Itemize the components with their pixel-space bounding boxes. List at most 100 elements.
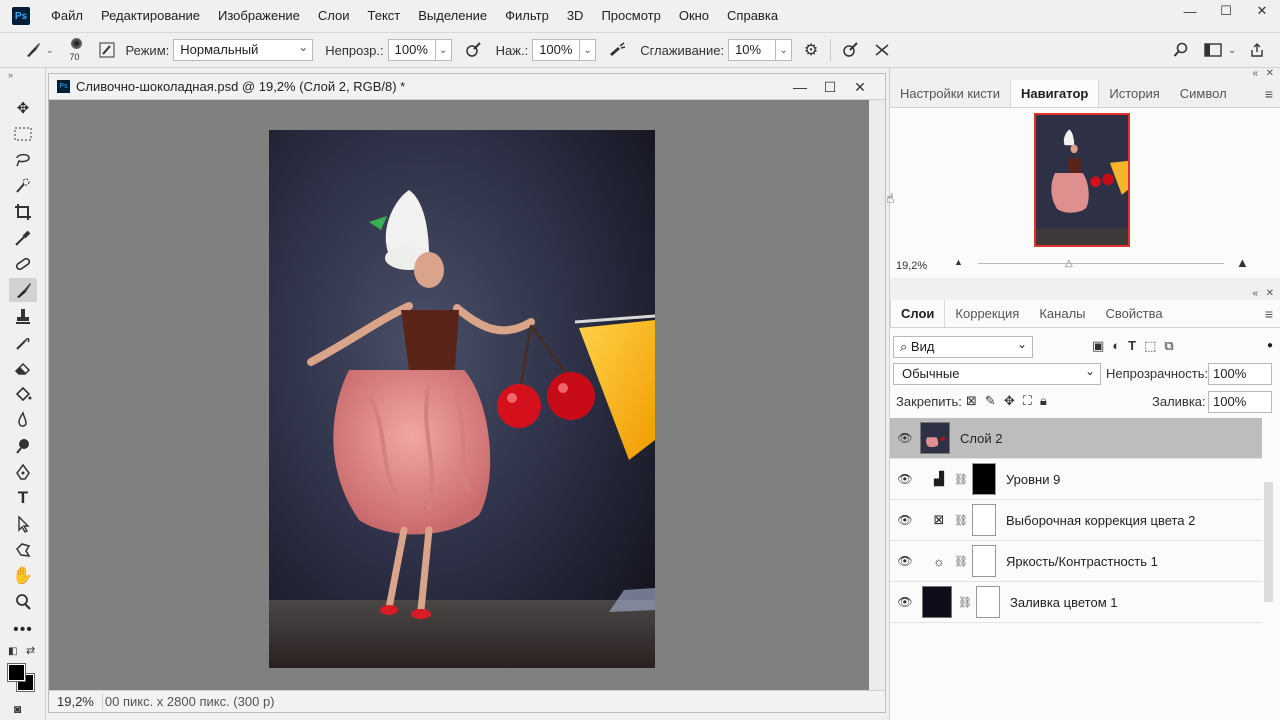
menu-window[interactable]: Окно [670,0,718,32]
filter-type-icon[interactable]: T [1128,338,1136,354]
layer-name[interactable]: Выборочная коррекция цвета 2 [1006,513,1195,528]
tab-character[interactable]: Символ [1170,80,1237,107]
chain-link-icon[interactable]: ⛓︎ [954,555,968,568]
panel-menu-icon[interactable]: ≡ [1265,86,1273,102]
close-button[interactable]: ✕ [1244,0,1280,22]
pressure-dropdown-icon[interactable]: ⌄ [580,39,597,61]
menu-layers[interactable]: Слои [309,0,359,32]
pressure-opacity-icon[interactable] [460,37,486,63]
brush-tool-icon[interactable] [20,37,46,63]
layer-opacity-input[interactable]: 100% [1208,363,1272,385]
filter-toggle-icon[interactable]: ● [1267,340,1273,351]
dodge-tool-icon[interactable] [9,434,37,458]
lock-all-icon[interactable]: 🔒︎ [1040,393,1047,409]
eye-icon[interactable]: 👁︎ [890,595,920,609]
menu-help[interactable]: Справка [718,0,787,32]
zoom-out-icon[interactable]: ▲ [954,257,963,267]
hand-tool-icon[interactable]: ✋ [9,564,37,588]
tab-properties[interactable]: Свойства [1096,300,1173,327]
collapse-tools-icon[interactable]: » [8,70,13,80]
crop-tool-icon[interactable] [9,200,37,224]
airbrush-icon[interactable] [604,37,630,63]
layer-name[interactable]: Слой 2 [960,431,1002,446]
close-panels-icon[interactable]: ✕ [1266,68,1274,79]
pen-tool-icon[interactable] [9,460,37,484]
zoom-in-icon[interactable]: ▲ [1236,255,1249,270]
layer-mask-thumbnail[interactable] [972,504,996,536]
filter-smart-object-icon[interactable]: ⧉ [1164,338,1173,354]
type-tool-icon[interactable]: T [9,486,37,510]
layer-row[interactable]: 👁︎ Слой 2 [890,418,1262,459]
layer-row[interactable]: 👁︎ ⊠ ⛓︎ Выборочная коррекция цвета 2 [890,500,1262,541]
chain-link-icon[interactable]: ⛓︎ [954,473,968,486]
document-title-bar[interactable]: Ps Сливочно-шоколадная.psd @ 19,2% (Слой… [49,74,885,100]
layer-mask-thumbnail[interactable] [972,463,996,495]
layers-scrollbar[interactable] [1264,482,1273,602]
path-select-tool-icon[interactable] [9,512,37,536]
eye-icon[interactable]: 👁︎ [890,472,920,486]
tab-navigator[interactable]: Навигатор [1010,80,1100,107]
default-colors-icon[interactable]: ◧ [8,646,17,657]
pressure-size-icon[interactable] [837,37,863,63]
fill-input[interactable]: 100% [1208,391,1272,413]
canvas-area[interactable] [49,100,871,692]
minimize-button[interactable]: — [1172,0,1208,22]
status-zoom-field[interactable]: 19,2% [49,694,103,709]
chain-link-icon[interactable]: ⛓︎ [954,514,968,527]
collapse-panels-icon[interactable]: « [1252,68,1258,79]
fill-color-thumbnail[interactable] [922,586,952,618]
search-icon[interactable] [1168,37,1194,63]
preset-dropdown-icon[interactable]: ⌄ [46,45,54,56]
layer-row[interactable]: 👁︎ ☼ ⛓︎ Яркость/Контрастность 1 [890,541,1262,582]
layer-mask-thumbnail[interactable] [976,586,1000,618]
document-minimize-button[interactable]: — [785,79,815,95]
layers-menu-icon[interactable]: ≡ [1265,306,1273,322]
lock-transparency-icon[interactable]: ⊠ [966,393,977,409]
smoothing-dropdown-icon[interactable]: ⌄ [776,39,793,61]
tab-history[interactable]: История [1099,80,1169,107]
blend-mode-select[interactable]: Обычные [893,361,1101,385]
workspace-icon[interactable] [1200,37,1226,63]
layer-kind-filter[interactable]: ⌕ Вид [893,334,1033,358]
opacity-input[interactable]: 100% [387,39,436,61]
menu-edit[interactable]: Редактирование [92,0,209,32]
eye-icon[interactable]: 👁︎ [890,431,920,445]
lock-image-icon[interactable]: ✎ [985,393,996,409]
gear-icon[interactable]: ⚙ [798,37,824,63]
menu-3d[interactable]: 3D [558,0,593,32]
eraser-tool-icon[interactable] [9,356,37,380]
tab-brush-settings[interactable]: Настройки кисти [890,80,1010,107]
mode-select[interactable]: Нормальный [173,37,314,61]
zoom-tool-icon[interactable] [9,590,37,614]
marquee-tool-icon[interactable] [9,122,37,146]
close-layers-icon[interactable]: ✕ [1266,288,1274,299]
filter-pixel-icon[interactable]: ▣ [1092,338,1104,354]
brush-settings-toggle-icon[interactable] [94,37,120,63]
document-close-button[interactable]: ✕ [845,79,875,96]
layer-row[interactable]: 👁︎ ▟ ⛓︎ Уровни 9 [890,459,1262,500]
quick-select-tool-icon[interactable] [9,174,37,198]
layer-name[interactable]: Уровни 9 [1006,472,1060,487]
menu-type[interactable]: Текст [359,0,410,32]
tab-adjustments[interactable]: Коррекция [945,300,1029,327]
menu-view[interactable]: Просмотр [592,0,669,32]
more-tools-icon[interactable]: ••• [9,618,37,642]
quick-mask-icon[interactable]: ◙ [14,702,21,716]
filter-adjustment-icon[interactable]: ◐ [1112,338,1120,354]
brush-size-preset[interactable]: 70 [64,35,90,65]
share-icon[interactable] [1244,37,1270,63]
lock-artboard-icon[interactable]: ⛶ [1023,393,1032,409]
filter-shape-icon[interactable]: ⬚ [1144,338,1156,354]
paint-bucket-tool-icon[interactable] [9,382,37,406]
workspace-dropdown-icon[interactable]: ⌄ [1228,45,1236,56]
document-maximize-button[interactable]: ☐ [815,79,845,96]
menu-filter[interactable]: Фильтр [496,0,558,32]
eye-icon[interactable]: 👁︎ [890,554,920,568]
stamp-tool-icon[interactable] [9,304,37,328]
symmetry-icon[interactable] [869,37,895,63]
blur-tool-icon[interactable] [9,408,37,432]
vertical-scrollbar[interactable] [869,100,885,692]
tab-layers[interactable]: Слои [890,300,946,327]
layer-name[interactable]: Заливка цветом 1 [1010,595,1117,610]
menu-image[interactable]: Изображение [209,0,309,32]
